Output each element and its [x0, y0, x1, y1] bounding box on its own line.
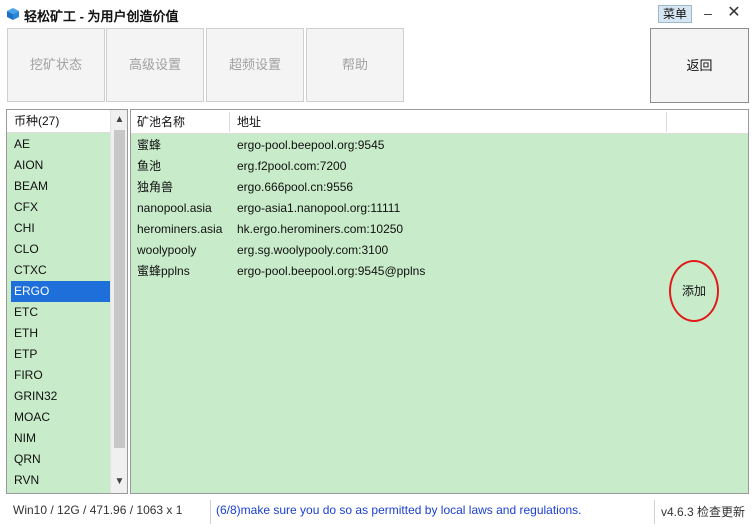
pool-address-cell: erg.f2pool.com:7200	[237, 159, 347, 173]
pool-name-cell: herominers.asia	[137, 222, 223, 236]
pool-name-cell: 蜜蜂pplns	[137, 264, 190, 278]
table-row[interactable]: 鱼池 erg.f2pool.com:7200	[131, 156, 748, 177]
status-bar: Win10 / 12G / 471.96 / 1063 x 1 (6/8)mak…	[0, 498, 754, 528]
pool-address-cell: erg.sg.woolypooly.com:3100	[237, 243, 389, 257]
pool-address-cell: ergo-pool.beepool.org:9545	[237, 138, 385, 152]
pool-address-cell: ergo.666pool.cn:9556	[237, 180, 354, 194]
coin-item-aion[interactable]: AION	[7, 155, 110, 176]
tab-advanced-settings[interactable]: 高级设置	[106, 28, 204, 102]
coin-item-ergo[interactable]: ERGO	[11, 281, 110, 302]
pool-name-cell: woolypooly	[137, 243, 197, 257]
table-row[interactable]: 蜜蜂 ergo-pool.beepool.org:9545	[131, 135, 748, 156]
coin-list: AE AION BEAM CFX CHI CLO CTXC ERGO ETC E…	[7, 134, 110, 491]
coin-item-firo[interactable]: FIRO	[7, 365, 110, 386]
pool-name-cell: nanopool.asia	[137, 201, 212, 215]
system-info: Win10 / 12G / 471.96 / 1063 x 1	[13, 503, 183, 517]
back-button[interactable]: 返回	[650, 28, 749, 103]
table-row[interactable]: 蜜蜂pplns ergo-pool.beepool.org:9545@pplns	[131, 261, 748, 282]
coin-list-header: 币种(27)	[7, 110, 110, 133]
coin-item-cfx[interactable]: CFX	[7, 197, 110, 218]
column-divider	[229, 112, 230, 132]
coin-item-ctxc[interactable]: CTXC	[7, 260, 110, 281]
add-pool-button[interactable]: 添加	[669, 260, 719, 322]
coin-item-chi[interactable]: CHI	[7, 218, 110, 239]
status-divider	[654, 500, 655, 524]
table-row[interactable]: woolypooly erg.sg.woolypooly.com:3100	[131, 240, 748, 261]
pool-name-cell: 鱼池	[137, 159, 162, 173]
pool-name-cell: 独角兽	[137, 180, 174, 194]
coin-list-scrollbar[interactable]: ▲ ▼	[110, 110, 127, 493]
coin-item-eth[interactable]: ETH	[7, 323, 110, 344]
coin-item-ae[interactable]: AE	[7, 134, 110, 155]
column-address[interactable]: 地址	[237, 110, 261, 134]
scroll-thumb[interactable]	[114, 130, 125, 448]
tab-overclock-settings[interactable]: 超频设置	[206, 28, 304, 102]
app-logo-icon	[7, 8, 19, 20]
coin-item-clo[interactable]: CLO	[7, 239, 110, 260]
pool-address-cell: ergo-asia1.nanopool.org:11111	[237, 201, 401, 215]
scroll-up-icon[interactable]: ▲	[111, 112, 127, 128]
coin-item-nim[interactable]: NIM	[7, 428, 110, 449]
close-icon[interactable]: ✕	[727, 4, 741, 22]
coin-item-grin32[interactable]: GRIN32	[7, 386, 110, 407]
pool-address-cell: ergo-pool.beepool.org:9545@pplns	[237, 264, 426, 278]
notice-text: (6/8)make sure you do so as permitted by…	[216, 503, 582, 517]
pool-table-panel: 矿池名称 地址 蜜蜂 ergo-pool.beepool.org:9545 鱼池…	[130, 109, 749, 494]
table-row[interactable]: nanopool.asia ergo-asia1.nanopool.org:11…	[131, 198, 748, 219]
table-row[interactable]: 独角兽 ergo.666pool.cn:9556	[131, 177, 748, 198]
scroll-down-icon[interactable]: ▼	[111, 474, 127, 490]
pool-table-body: 蜜蜂 ergo-pool.beepool.org:9545 鱼池 erg.f2p…	[131, 135, 748, 282]
pool-address-cell: hk.ergo.herominers.com:10250	[237, 222, 404, 236]
table-row[interactable]: herominers.asia hk.ergo.herominers.com:1…	[131, 219, 748, 240]
coin-item-rvn[interactable]: RVN	[7, 470, 110, 491]
coin-item-beam[interactable]: BEAM	[7, 176, 110, 197]
tab-mining-status[interactable]: 挖矿状态	[7, 28, 105, 102]
coin-item-moac[interactable]: MOAC	[7, 407, 110, 428]
tab-help[interactable]: 帮助	[306, 28, 404, 102]
window-title: 轻松矿工 - 为用户创造价值	[24, 9, 179, 24]
coin-item-etp[interactable]: ETP	[7, 344, 110, 365]
title-bar: 轻松矿工 - 为用户创造价值 菜单 – ✕	[0, 0, 754, 28]
coin-item-etc[interactable]: ETC	[7, 302, 110, 323]
column-divider	[666, 112, 667, 132]
coin-list-panel: 币种(27) AE AION BEAM CFX CHI CLO CTXC ERG…	[6, 109, 128, 494]
coin-item-qrn[interactable]: QRN	[7, 449, 110, 470]
minimize-icon[interactable]: –	[701, 4, 715, 22]
column-pool-name[interactable]: 矿池名称	[137, 110, 185, 134]
menu-button[interactable]: 菜单	[658, 5, 692, 23]
status-divider	[210, 500, 211, 524]
pool-table-header: 矿池名称 地址	[131, 110, 748, 134]
version-check-update-link[interactable]: v4.6.3 检查更新	[661, 503, 745, 520]
pool-name-cell: 蜜蜂	[137, 138, 162, 152]
